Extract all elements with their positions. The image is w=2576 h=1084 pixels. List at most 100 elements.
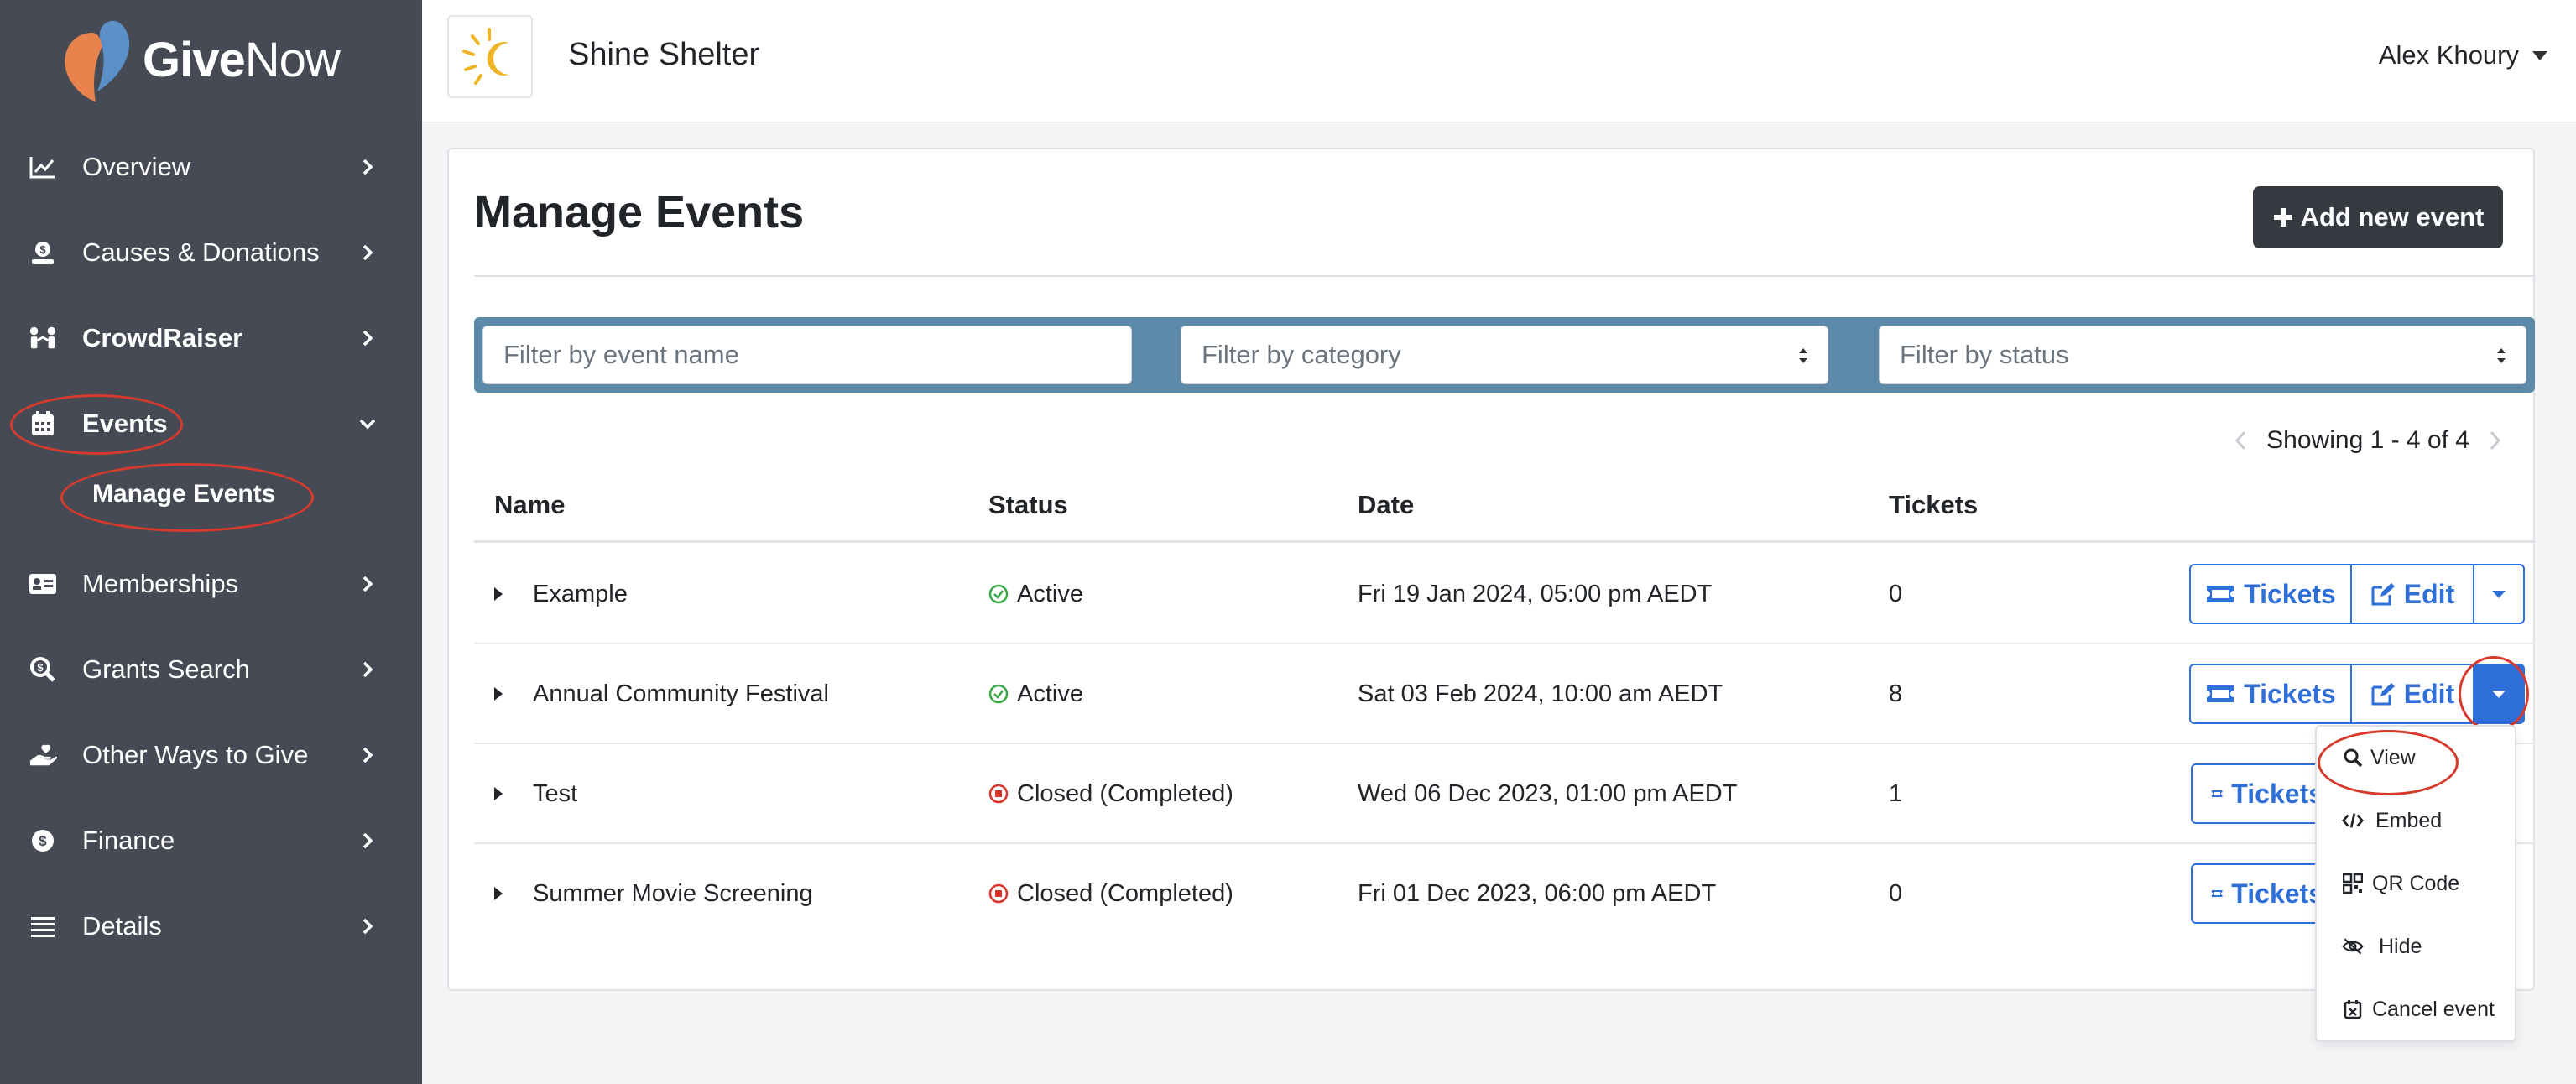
status-badge: Active xyxy=(988,677,1083,711)
givenow-logo[interactable]: GiveNow xyxy=(59,13,341,106)
row-divider xyxy=(474,643,2535,644)
filter-status-select[interactable]: Filter by status xyxy=(1879,326,2526,384)
more-actions-menu: View Embed QR Code Hide Cancel event xyxy=(2315,725,2516,1042)
tickets-button[interactable]: Tickets xyxy=(2191,763,2325,824)
add-new-event-label: Add new event xyxy=(2300,202,2485,232)
event-date: Wed 06 Dec 2023, 01:00 pm AEDT xyxy=(1358,779,1738,807)
sidebar: GiveNow Overview $ Causes & Donations Cr… xyxy=(0,0,422,1084)
tickets-button[interactable]: Tickets xyxy=(2191,863,2325,924)
row-actions: Tickets xyxy=(2191,763,2325,824)
sidebar-item-details[interactable]: Details xyxy=(0,883,422,969)
stop-circle-icon xyxy=(988,784,1009,804)
expand-row-toggle[interactable] xyxy=(494,677,503,711)
manage-events-card: Manage Events Add new event Filter by ev… xyxy=(447,148,2535,991)
expand-row-toggle[interactable] xyxy=(494,777,503,810)
chevron-right-icon xyxy=(362,747,373,763)
sidebar-item-memberships[interactable]: Memberships xyxy=(0,541,422,627)
tickets-button[interactable]: Tickets xyxy=(2189,564,2352,624)
sidebar-item-events[interactable]: Events xyxy=(0,381,422,466)
svg-text:$: $ xyxy=(39,243,46,256)
edit-button[interactable]: Edit xyxy=(2352,664,2474,724)
sun-logo-icon xyxy=(462,27,509,85)
sidebar-item-label: Overview xyxy=(82,152,191,181)
column-header-date[interactable]: Date xyxy=(1358,490,1414,520)
caret-right-icon xyxy=(494,887,503,900)
menu-item-label: QR Code xyxy=(2372,871,2460,895)
status-text: Active xyxy=(1017,580,1083,607)
calendar-icon xyxy=(29,409,57,438)
org-logo[interactable] xyxy=(447,15,533,98)
filter-name-placeholder: Filter by event name xyxy=(503,340,739,369)
menu-item-qr-code[interactable]: QR Code xyxy=(2317,852,2518,915)
event-name: Example xyxy=(533,580,628,607)
tickets-count: 0 xyxy=(1889,879,1903,907)
svg-text:$: $ xyxy=(37,661,44,674)
status-badge: Closed (Completed) xyxy=(988,877,1233,910)
select-arrows-icon xyxy=(1799,348,1807,363)
filter-bar: Filter by event name Filter by category … xyxy=(474,317,2535,393)
menu-item-label: Cancel event xyxy=(2372,997,2495,1021)
user-menu[interactable]: Alex Khoury xyxy=(2379,40,2547,70)
dollar-circle-icon: $ xyxy=(29,826,57,855)
svg-text:$: $ xyxy=(39,833,47,849)
row-actions: Tickets xyxy=(2191,863,2325,924)
eye-slash-icon xyxy=(2342,935,2364,957)
sidebar-item-crowdraiser[interactable]: CrowdRaiser xyxy=(0,295,422,381)
org-name: Shine Shelter xyxy=(568,37,760,72)
top-header: Shine Shelter Alex Khoury xyxy=(422,0,2576,122)
column-header-tickets[interactable]: Tickets xyxy=(1889,490,1978,520)
chevron-right-icon xyxy=(362,244,373,261)
sidebar-item-label: Details xyxy=(82,911,162,941)
caret-right-icon xyxy=(494,587,503,601)
menu-item-label: Hide xyxy=(2379,934,2422,958)
select-arrows-icon xyxy=(2497,348,2506,363)
sidebar-item-label: Memberships xyxy=(82,569,239,598)
chevron-right-icon xyxy=(362,330,373,347)
filter-status-placeholder: Filter by status xyxy=(1900,340,2069,369)
expand-row-toggle[interactable] xyxy=(494,577,503,611)
edit-button[interactable]: Edit xyxy=(2352,564,2474,624)
more-actions-dropdown-button[interactable] xyxy=(2474,564,2525,624)
menu-item-embed[interactable]: Embed xyxy=(2317,790,2518,852)
sidebar-item-grants-search[interactable]: $ Grants Search xyxy=(0,627,422,712)
edit-label: Edit xyxy=(2403,578,2455,609)
sidebar-item-label: Other Ways to Give xyxy=(82,740,309,769)
divider xyxy=(474,275,2535,277)
sidebar-item-finance[interactable]: $ Finance xyxy=(0,798,422,883)
sidebar-item-other-ways-to-give[interactable]: Other Ways to Give xyxy=(0,712,422,798)
heart-logo-icon xyxy=(65,20,130,102)
chevron-down-icon xyxy=(359,419,376,430)
logo-wordmark: GiveNow xyxy=(143,32,341,87)
tickets-button[interactable]: Tickets xyxy=(2189,664,2352,724)
sidebar-item-causes-donations[interactable]: $ Causes & Donations xyxy=(0,210,422,295)
edit-icon xyxy=(2371,583,2395,606)
tickets-label: Tickets xyxy=(2244,678,2336,709)
filter-category-select[interactable]: Filter by category xyxy=(1181,326,1828,384)
expand-row-toggle[interactable] xyxy=(494,877,503,910)
menu-item-label: Embed xyxy=(2375,808,2443,832)
donation-icon: $ xyxy=(29,238,57,267)
chevron-right-icon[interactable] xyxy=(2488,430,2503,451)
chevron-right-icon xyxy=(362,159,373,175)
caret-right-icon xyxy=(494,687,503,701)
menu-item-cancel-event[interactable]: Cancel event xyxy=(2317,978,2518,1040)
event-name: Annual Community Festival xyxy=(533,680,829,707)
filter-event-name-input[interactable]: Filter by event name xyxy=(482,326,1132,384)
sidebar-item-overview[interactable]: Overview xyxy=(0,124,422,210)
tickets-count: 0 xyxy=(1889,580,1903,607)
sidebar-item-label: Grants Search xyxy=(82,654,250,684)
more-actions-dropdown-button[interactable] xyxy=(2474,664,2525,724)
menu-item-view[interactable]: View xyxy=(2317,727,2518,789)
sidebar-item-label: Causes & Donations xyxy=(82,237,320,267)
pagination: Showing 1 - 4 of 4 xyxy=(2233,426,2503,455)
column-header-status[interactable]: Status xyxy=(988,490,1068,520)
add-new-event-button[interactable]: Add new event xyxy=(2253,186,2503,248)
menu-item-label: View xyxy=(2370,745,2416,769)
column-header-name[interactable]: Name xyxy=(494,490,565,520)
search-dollar-icon: $ xyxy=(29,655,57,684)
tickets-label: Tickets xyxy=(2231,878,2323,909)
chevron-left-icon[interactable] xyxy=(2233,430,2248,451)
sidebar-subitem-manage-events[interactable]: Manage Events xyxy=(92,480,275,508)
menu-item-hide[interactable]: Hide xyxy=(2317,915,2518,977)
chevron-right-icon xyxy=(362,661,373,678)
